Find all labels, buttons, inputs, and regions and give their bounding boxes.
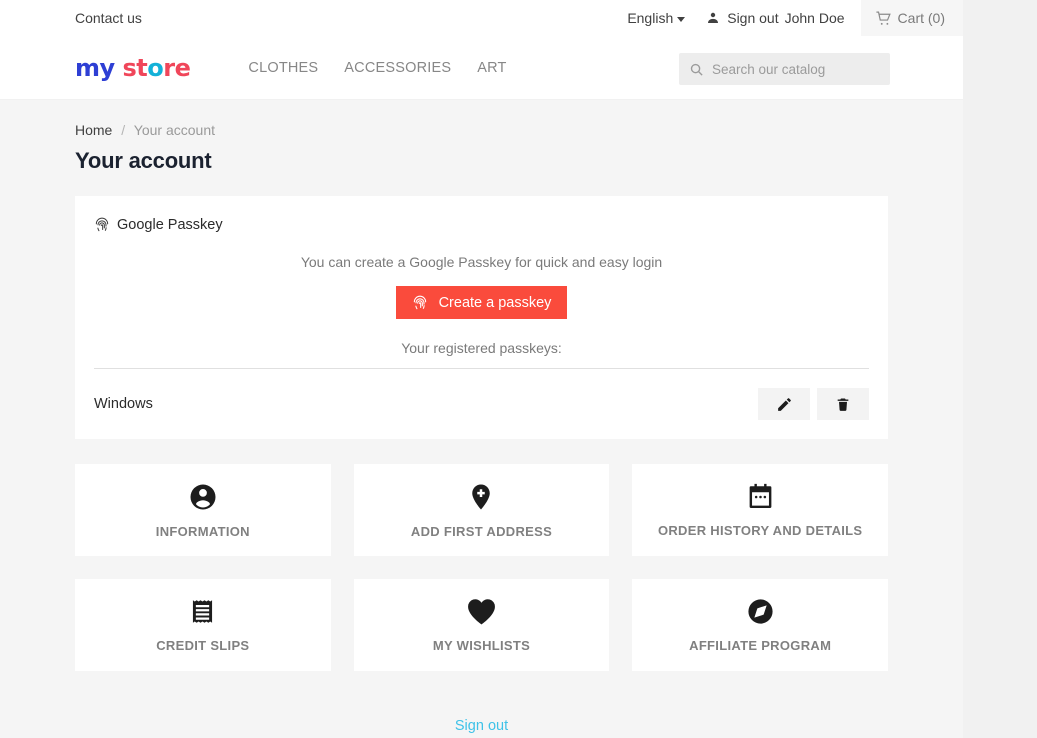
passkey-name: Windows [94,396,153,412]
pencil-icon [776,396,793,413]
logo-part-2: st [122,53,148,82]
google-passkey-card: Google Passkey You can create a Google P… [75,196,888,439]
calendar-icon [746,482,775,511]
heart-icon [466,597,497,626]
cart-icon [875,10,892,27]
trash-icon [835,396,851,413]
passkey-description: You can create a Google Passkey for quic… [300,254,663,270]
footer-signout-link[interactable]: Sign out [455,718,508,734]
cart-label: Cart (0) [897,10,945,26]
site-header: my store CLOTHES ACCESSORIES ART [0,36,963,100]
tile-credit-slips[interactable]: CREDIT SLIPS [75,579,331,671]
passkey-row-actions [758,388,869,420]
tile-label: AFFILIATE PROGRAM [689,638,832,653]
top-nav-right-group: English Sign out John Doe Cart (0) [627,0,963,36]
tile-label: MY WISHLISTS [432,638,531,653]
page-content: Home / Your account Your account Google … [0,100,963,734]
site-logo[interactable]: my store [75,53,191,82]
tile-label: CREDIT SLIPS [156,638,250,653]
fingerprint-icon [412,294,428,311]
add-location-icon [466,482,496,512]
cart-button[interactable]: Cart (0) [860,0,963,36]
top-nav-bar: Contact us English Sign out John Doe Car… [0,0,963,36]
create-passkey-label: Create a passkey [438,294,552,311]
user-account-group: Sign out John Doe [705,10,845,26]
passkey-section-title: Google Passkey [117,216,223,233]
search-input[interactable] [712,61,880,77]
tile-order-history[interactable]: ORDER HISTORY AND DETAILS [632,464,888,556]
compass-icon [746,597,775,626]
edit-passkey-button[interactable] [758,388,810,420]
tile-label: ADD FIRST ADDRESS [410,523,553,539]
tile-add-first-address[interactable]: ADD FIRST ADDRESS [353,464,610,556]
menu-item-art[interactable]: ART [477,60,506,76]
account-circle-icon [188,482,218,512]
search-icon [689,62,704,77]
page-root: Contact us English Sign out John Doe Car… [0,0,963,738]
main-menu: CLOTHES ACCESSORIES ART [248,60,506,76]
language-selector[interactable]: English [627,10,686,26]
tile-my-wishlists[interactable]: MY WISHLISTS [353,579,610,671]
tile-label: INFORMATION [155,523,250,539]
menu-item-clothes[interactable]: CLOTHES [248,60,318,76]
logo-part-1: my [75,53,115,82]
top-signout-link[interactable]: Sign out [727,10,778,26]
tile-information[interactable]: INFORMATION [75,464,331,556]
search-box[interactable] [679,53,890,85]
tile-affiliate-program[interactable]: AFFILIATE PROGRAM [632,579,888,671]
create-passkey-button[interactable]: Create a passkey [396,286,567,319]
receipt-icon [189,597,216,626]
page-title: Your account [75,148,212,173]
menu-item-accessories[interactable]: ACCESSORIES [344,60,451,76]
registered-passkeys-label: Your registered passkeys: [401,340,562,356]
account-links-grid: INFORMATION ADD FIRST ADDRESS ORDER HIST… [75,464,888,671]
passkey-list-item: Windows [94,369,869,439]
breadcrumb-current: Your account [133,122,215,138]
contact-us-link[interactable]: Contact us [75,10,142,26]
breadcrumb: Home / Your account [75,100,888,138]
user-name-link[interactable]: John Doe [785,10,845,26]
passkey-section-header: Google Passkey [94,216,869,233]
logo-part-4: re [163,53,191,82]
breadcrumb-home[interactable]: Home [75,122,112,138]
footer-signout-wrapper: Sign out [75,717,888,734]
tile-label: ORDER HISTORY AND DETAILS [657,523,863,538]
delete-passkey-button[interactable] [817,388,869,420]
logo-part-3: o [147,53,164,82]
fingerprint-icon [94,216,110,233]
chevron-down-icon [677,16,686,22]
language-label: English [627,10,674,26]
person-icon [705,10,721,26]
breadcrumb-separator: / [121,122,126,138]
